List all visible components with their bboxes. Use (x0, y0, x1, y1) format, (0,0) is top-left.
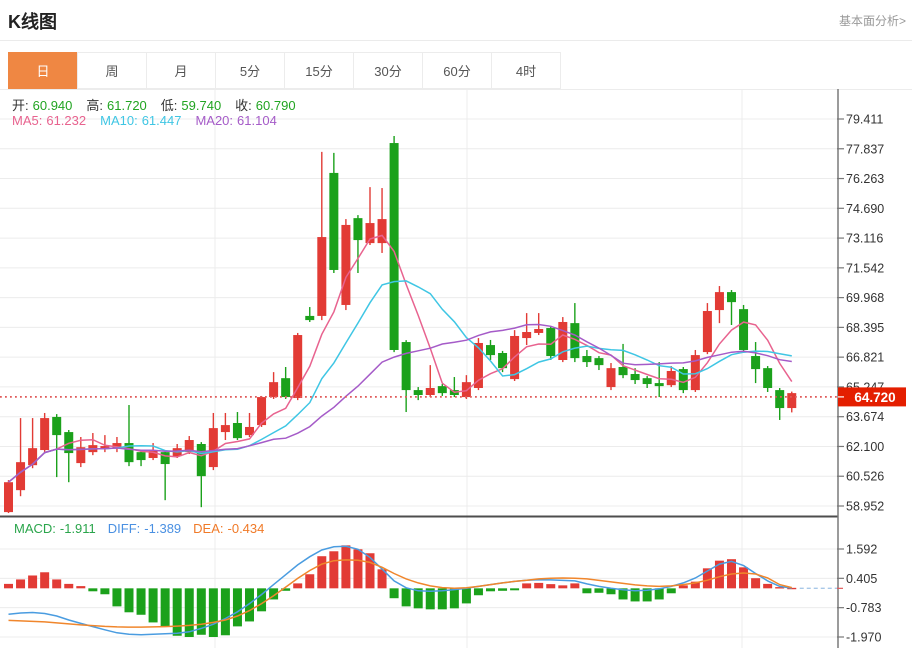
readout-label: 低: (161, 98, 178, 113)
macd-histogram (4, 545, 796, 637)
readout-label: MACD: (14, 521, 56, 536)
ohlc-readout: 开: 60.940 高: 61.720 低:59.740 收: 60.790 (12, 95, 310, 114)
readout-label: 收: (235, 98, 252, 113)
svg-text:77.837: 77.837 (846, 142, 884, 156)
svg-text:58.952: 58.952 (846, 500, 884, 514)
current-price-badge: 64.720 (838, 387, 906, 406)
svg-text:63.674: 63.674 (846, 410, 884, 424)
candlestick-layer (4, 136, 796, 513)
price-axis: 79.411 77.837 76.263 74.690 73.116 71.542 69.9… (837, 89, 884, 648)
svg-text:74.690: 74.690 (846, 202, 884, 216)
svg-text:62.100: 62.100 (846, 440, 884, 454)
svg-text:1.592: 1.592 (846, 543, 877, 557)
readout-label: DEA: (193, 521, 223, 536)
kline-chart-page: K线图 基本面分析> 日周月5分15分30分60分4时 79.41177.837… (0, 0, 912, 648)
svg-text:0.405: 0.405 (846, 572, 877, 586)
readout-label: 开: (12, 98, 29, 113)
macd-readout: MACD: -1.911 DIFF:-1.389 DEA: -0.434 (14, 521, 276, 536)
readout-value: 61.447 (142, 113, 182, 128)
readout-value: 60.790 (256, 98, 296, 113)
svg-text:64.720: 64.720 (854, 390, 895, 405)
gridlines (0, 90, 838, 648)
svg-text:66.821: 66.821 (846, 351, 884, 365)
readout-label: MA20: (195, 113, 233, 128)
readout-value: 61.232 (46, 113, 86, 128)
readout-label: MA5: (12, 113, 42, 128)
svg-text:79.411: 79.411 (846, 113, 883, 127)
readout-value: 61.104 (237, 113, 277, 128)
readout-label: 高: (86, 98, 103, 113)
readout-value: 60.940 (33, 98, 73, 113)
svg-text:-1.970: -1.970 (846, 631, 881, 645)
readout-value: -0.434 (228, 521, 265, 536)
readout-value: 61.720 (107, 98, 147, 113)
svg-text:60.526: 60.526 (846, 470, 884, 484)
svg-text:69.968: 69.968 (846, 291, 884, 305)
ma-readout: MA5: 61.232 MA10: 61.447 MA20: 61.104 (12, 113, 291, 128)
readout-label: DIFF: (108, 521, 141, 536)
readout-value: -1.911 (60, 521, 96, 536)
readout-label: MA10: (100, 113, 138, 128)
svg-text:-0.783: -0.783 (846, 601, 881, 615)
svg-text:76.263: 76.263 (846, 172, 884, 186)
readout-value: -1.389 (144, 521, 181, 536)
svg-text:68.395: 68.395 (846, 321, 884, 335)
svg-text:73.116: 73.116 (846, 232, 883, 246)
readout-value: 59.740 (181, 98, 221, 113)
svg-text:71.542: 71.542 (846, 261, 884, 275)
